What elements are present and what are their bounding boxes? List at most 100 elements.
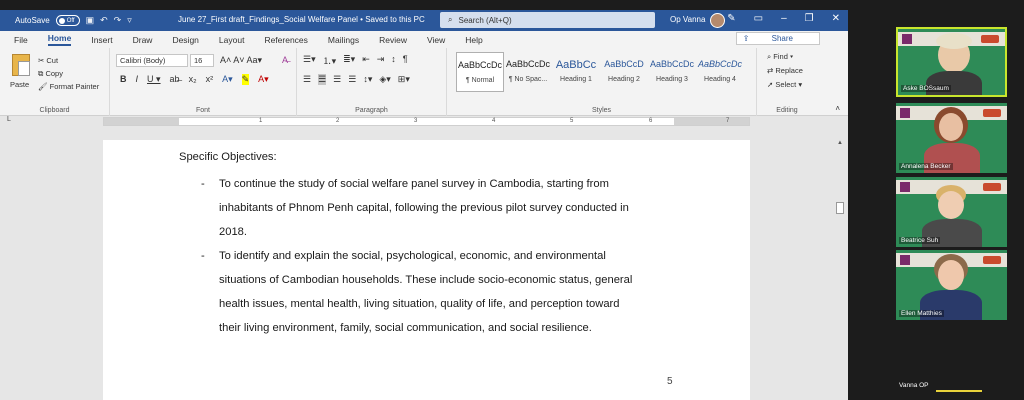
list-item: - To identify and explain the social, ps… <box>179 244 699 340</box>
scroll-up-icon[interactable]: ▲ <box>837 140 843 146</box>
participant-body <box>926 71 982 95</box>
align-right-icon[interactable]: ☰ <box>333 74 341 85</box>
superscript-icon[interactable]: x² <box>206 74 214 85</box>
bold-icon[interactable]: B <box>120 74 127 85</box>
document-body[interactable]: Specific Objectives: - To continue the s… <box>179 151 699 340</box>
participant-tile[interactable]: Vanna OP <box>896 324 1007 394</box>
find-button[interactable]: ⌕ Find ▾ <box>767 50 803 64</box>
tab-insert[interactable]: Insert <box>91 35 112 45</box>
tab-references[interactable]: References <box>264 35 307 45</box>
style-heading-4[interactable]: AaBbCcDc Heading 4 <box>696 52 744 92</box>
tab-help[interactable]: Help <box>465 35 482 45</box>
redo-icon[interactable]: ↷ <box>114 15 122 26</box>
text-line: their living environment, family, social… <box>219 322 592 334</box>
user-avatar[interactable] <box>710 13 725 28</box>
participant-name: Aske BOSsaum <box>901 85 951 92</box>
screen: AutoSave Off ▣ ↶ ↷ ▿ June 27_First draft… <box>0 0 1024 400</box>
customize-toolbar-icon[interactable]: ▿ <box>127 15 132 26</box>
word-window: AutoSave Off ▣ ↶ ↷ ▿ June 27_First draft… <box>0 10 848 400</box>
subscript-icon[interactable]: x₂ <box>189 74 197 85</box>
autosave-state: Off <box>66 17 75 24</box>
autosave-toggle[interactable]: Off <box>55 15 80 26</box>
copy-button[interactable]: ⧉ Copy <box>38 67 99 80</box>
search-box[interactable]: ⌕ Search (Alt+Q) <box>440 12 655 28</box>
style-name: Heading 4 <box>704 76 736 83</box>
font-size-select[interactable]: 16 <box>190 54 214 67</box>
replace-button[interactable]: ⇄ Replace <box>767 64 803 78</box>
ribbon-display-icon[interactable]: ▭ <box>754 13 763 24</box>
font-name-select[interactable]: Calibri (Body) <box>116 54 188 67</box>
tab-mailings[interactable]: Mailings <box>328 35 359 45</box>
undo-icon[interactable]: ↶ <box>100 15 108 26</box>
user-name[interactable]: Op Vanna <box>670 15 705 24</box>
participant-tile[interactable]: Aske BOSsaum <box>896 27 1007 97</box>
toggle-knob-icon <box>58 17 65 24</box>
tab-layout[interactable]: Layout <box>219 35 245 45</box>
participant-face <box>938 260 964 290</box>
text-effects-icon[interactable]: A▾ <box>222 74 233 85</box>
italic-icon[interactable]: I <box>136 74 139 85</box>
format-painter-button[interactable]: 🖌 Format Painter <box>38 80 99 93</box>
sort-icon[interactable]: ↕ <box>391 54 396 67</box>
participant-name: Annalena Becker <box>899 163 953 170</box>
save-icon[interactable]: ▣ <box>86 15 95 26</box>
tab-draw[interactable]: Draw <box>133 35 153 45</box>
restore-icon[interactable]: ❐ <box>805 13 814 24</box>
paragraph-group: ☰▾ ⒈▾ ≣▾ ⇤ ⇥ ↕ ¶ ☰ ☰ ☰ ☰ ↕▾ ◈▾ ⊞▾ Paragr… <box>297 48 447 116</box>
grow-shrink-font-icon[interactable]: A˄ A˅ Aa▾ <box>220 55 262 66</box>
shading-icon[interactable]: ◈▾ <box>379 74 390 85</box>
tab-review[interactable]: Review <box>379 35 407 45</box>
editing-group: ⌕ Find ▾ ⇄ Replace ➚ Select ▾ Editing <box>757 48 817 116</box>
bullets-icon[interactable]: ☰▾ <box>303 54 316 67</box>
style-heading-1[interactable]: AaBbCc Heading 1 <box>552 52 600 92</box>
title-bar: AutoSave Off ▣ ↶ ↷ ▿ June 27_First draft… <box>0 10 848 31</box>
strikethrough-icon[interactable]: ab̶ <box>170 74 180 85</box>
ruler-mark: 2 <box>336 118 340 124</box>
underline-icon[interactable]: U ▾ <box>147 74 161 85</box>
ruler-mark: 4 <box>492 118 496 124</box>
scroll-thumb[interactable] <box>836 202 844 214</box>
align-left-icon[interactable]: ☰ <box>303 74 311 85</box>
paragraph-group-label: Paragraph <box>355 107 388 114</box>
show-marks-icon[interactable]: ¶ <box>403 54 408 67</box>
paste-label[interactable]: Paste <box>10 80 29 89</box>
font-color-icon[interactable]: A▾ <box>258 74 269 85</box>
highlight-icon[interactable]: ✎ <box>241 74 250 85</box>
justify-icon[interactable]: ☰ <box>348 74 356 85</box>
collapse-ribbon-icon[interactable]: ˄ <box>835 104 840 113</box>
cut-button[interactable]: ✂ Cut <box>38 54 99 67</box>
tab-file[interactable]: File <box>14 35 28 45</box>
minimize-icon[interactable]: – <box>781 13 787 24</box>
paste-icon[interactable] <box>12 54 30 76</box>
tab-selector-icon[interactable]: L <box>7 116 11 123</box>
tab-design[interactable]: Design <box>172 35 198 45</box>
tab-home[interactable]: Home <box>47 33 72 46</box>
borders-icon[interactable]: ⊞▾ <box>398 74 410 85</box>
style-no-spacing[interactable]: AaBbCcDc ¶ No Spac... <box>504 52 552 92</box>
multilevel-list-icon[interactable]: ≣▾ <box>343 54 355 67</box>
style-normal[interactable]: AaBbCcDc ¶ Normal <box>456 52 504 92</box>
participant-tile[interactable]: Annalena Becker <box>896 103 1007 173</box>
align-center-icon[interactable]: ☰ <box>318 74 327 85</box>
participant-tile[interactable]: Ellen Matthies <box>896 250 1007 320</box>
style-name: Heading 3 <box>656 76 688 83</box>
style-heading-2[interactable]: AaBbCcD Heading 2 <box>600 52 648 92</box>
tab-view[interactable]: View <box>427 35 445 45</box>
select-button[interactable]: ➚ Select ▾ <box>767 78 803 92</box>
vertical-scrollbar[interactable]: ▲ <box>834 140 846 400</box>
pen-icon[interactable]: ✎ <box>727 13 735 24</box>
share-button[interactable]: ⇪ Share <box>735 32 820 45</box>
numbering-icon[interactable]: ⒈▾ <box>323 54 337 67</box>
section-heading: Specific Objectives: <box>179 151 277 163</box>
clear-formatting-icon[interactable]: A̶ <box>282 55 288 65</box>
close-icon[interactable]: ✕ <box>832 13 840 24</box>
decrease-indent-icon[interactable]: ⇤ <box>362 54 370 67</box>
document-title[interactable]: June 27_First draft_Findings_Social Welf… <box>178 15 425 24</box>
select-label: Select <box>775 80 797 89</box>
style-heading-3[interactable]: AaBbCcDc Heading 3 <box>648 52 696 92</box>
participant-tile[interactable]: Beatrice Suh <box>896 177 1007 247</box>
increase-indent-icon[interactable]: ⇥ <box>377 54 385 67</box>
document-page[interactable]: Specific Objectives: - To continue the s… <box>103 140 750 400</box>
line-spacing-icon[interactable]: ↕▾ <box>363 74 372 85</box>
horizontal-ruler[interactable]: 1 2 3 4 5 6 7 <box>103 117 750 126</box>
